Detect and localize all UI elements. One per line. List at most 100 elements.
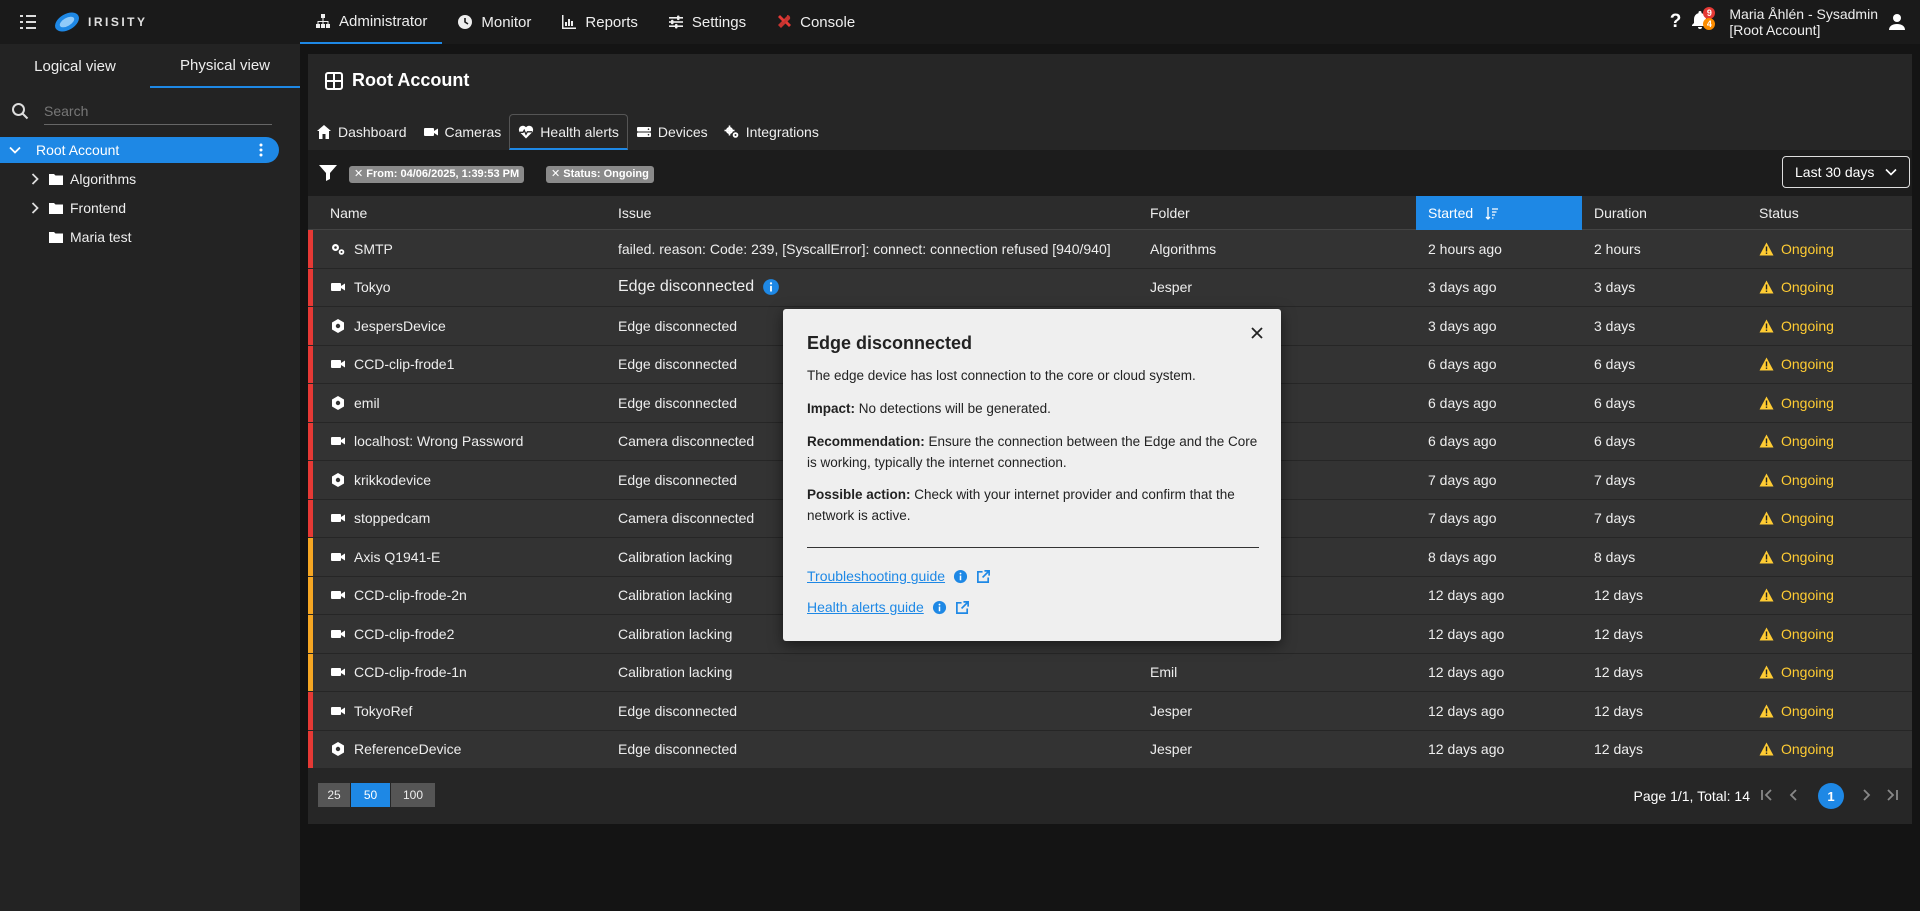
nav-tab-label: Monitor [481, 13, 532, 31]
tree-item-algorithms[interactable]: Algorithms [0, 166, 136, 192]
menu-toggle-icon[interactable] [18, 12, 38, 32]
tab-physical-view[interactable]: Physical view [150, 44, 300, 88]
table-row[interactable]: ReferenceDevice Edge disconnected Jesper 12… [308, 730, 1912, 769]
row-issue: Camera disconnected [618, 510, 755, 527]
tree-item-maria-test[interactable]: Maria test [0, 224, 131, 250]
tab-label: Integrations [745, 124, 819, 140]
logo[interactable]: IRISITY [52, 7, 148, 37]
popover-action: Possible action: Check with your interne… [807, 484, 1259, 526]
bar-chart-icon [562, 15, 577, 29]
row-status: Ongoing [1781, 587, 1834, 604]
col-started[interactable]: Started [1416, 196, 1582, 230]
current-page-button[interactable]: 1 [1818, 783, 1844, 809]
nav-tab-administrator[interactable]: Administrator [300, 0, 443, 44]
chevron-right-icon[interactable] [28, 172, 42, 186]
row-status: Ongoing [1781, 702, 1834, 719]
cell-name: ReferenceDevice [308, 741, 618, 757]
tree-item-frontend[interactable]: Frontend [0, 195, 126, 221]
cell-status: Ongoing [1747, 318, 1912, 334]
tab-integrations[interactable]: Integrations [716, 114, 827, 150]
warning-icon [1759, 319, 1774, 333]
row-status: Ongoing [1781, 317, 1834, 334]
nav-tab-label: Settings [691, 13, 747, 31]
tree-item-label: Maria test [70, 229, 132, 245]
page-info: Page 1/1, Total: 14 [1633, 788, 1751, 804]
cell-duration: 12 days [1594, 702, 1644, 719]
page-size-25[interactable]: 25 [318, 783, 350, 807]
first-page-icon[interactable] [1759, 787, 1775, 803]
next-page-icon[interactable] [1858, 787, 1874, 803]
tab-dashboard[interactable]: Dashboard [308, 114, 415, 150]
table-row[interactable]: TokyoRef Edge disconnected Jesper 12 days a… [308, 692, 1912, 731]
row-issue: Edge disconnected [618, 278, 755, 296]
page-size-100[interactable]: 100 [391, 783, 435, 807]
popover-description: The edge device has lost connection to t… [807, 368, 1196, 383]
severity-indicator [308, 230, 313, 268]
nav-tab-monitor[interactable]: Monitor [442, 0, 546, 44]
row-issue: Calibration lacking [618, 625, 733, 642]
info-icon[interactable] [762, 278, 780, 296]
col-issue[interactable]: Issue [618, 196, 1150, 230]
nav-tab-console[interactable]: Console [761, 0, 870, 44]
cell-started: 12 days ago [1428, 625, 1505, 642]
col-name[interactable]: Name [308, 196, 618, 230]
tab-label: Health alerts [540, 123, 619, 140]
prev-page-icon[interactable] [1786, 787, 1802, 803]
tab-logical-view[interactable]: Logical view [0, 44, 150, 88]
table-row[interactable]: Tokyo Edge disconnected Jesper 3 days ago 3 … [308, 268, 1912, 307]
close-icon[interactable] [1249, 325, 1265, 341]
folder-icon [49, 203, 63, 214]
user-info[interactable]: Maria Åhlén - Sysadmin [Root Account] [1729, 6, 1878, 38]
tree-item-root-account[interactable]: Root Account [0, 137, 279, 163]
tab-health-alerts[interactable]: Health alerts [509, 114, 628, 150]
filter-icon[interactable] [319, 165, 337, 181]
severity-indicator [308, 576, 313, 614]
cell-started: 12 days ago [1428, 587, 1505, 604]
tree-item-label: Frontend [70, 200, 127, 216]
cell-status: Ongoing [1747, 549, 1912, 565]
page-size-50[interactable]: 50 [351, 783, 390, 807]
sliders-icon [668, 15, 683, 29]
table-row[interactable]: SMTP failed. reason: Code: 239, [SyscallE… [308, 230, 1912, 269]
camera-icon [331, 360, 345, 369]
chevron-down-icon[interactable] [8, 143, 22, 157]
row-name: krikkodevice [354, 471, 432, 488]
popover-impact: Impact: No detections will be generated. [807, 398, 1259, 419]
troubleshooting-guide-link[interactable]: Troubleshooting guide [807, 568, 991, 584]
table-row[interactable]: CCD-clip-frode-1n Calibration lacking Emil… [308, 653, 1912, 692]
nav-tab-settings[interactable]: Settings [653, 0, 761, 44]
col-folder[interactable]: Folder [1150, 196, 1416, 230]
cell-status: Ongoing [1747, 626, 1912, 642]
camera-icon [331, 668, 345, 677]
camera-icon [423, 128, 438, 136]
cell-status: Ongoing [1747, 472, 1912, 488]
notifications-button[interactable]: 9 4 [1691, 7, 1717, 34]
row-status: Ongoing [1781, 625, 1834, 642]
severity-indicator [308, 384, 313, 422]
help-icon[interactable]: ? [1670, 11, 1682, 33]
cell-folder: Jesper [1150, 741, 1193, 758]
grid-icon [325, 71, 343, 90]
search-input[interactable] [44, 97, 272, 125]
row-status: Ongoing [1781, 433, 1834, 450]
date-range-select[interactable]: Last 30 days [1782, 156, 1910, 188]
row-issue: Calibration lacking [618, 664, 733, 681]
cell-name: SMTP [308, 241, 618, 257]
home-icon [317, 125, 331, 139]
filter-chip-status[interactable]: ✕ Status: Ongoing [546, 166, 654, 183]
chevron-right-icon[interactable] [28, 201, 42, 215]
warning-icon [1759, 627, 1774, 641]
col-duration[interactable]: Duration [1582, 196, 1747, 230]
cell-name: stoppedcam [308, 510, 618, 526]
last-page-icon[interactable] [1884, 787, 1900, 803]
user-icon[interactable] [1888, 13, 1906, 31]
col-status[interactable]: Status [1747, 196, 1912, 230]
cell-status: Ongoing [1747, 241, 1912, 257]
tab-cameras[interactable]: Cameras [415, 114, 510, 150]
more-vertical-icon[interactable] [253, 142, 269, 158]
logo-text: IRISITY [88, 15, 148, 29]
nav-tab-reports[interactable]: Reports [546, 0, 653, 44]
tab-devices[interactable]: Devices [628, 114, 716, 150]
filter-chip-from[interactable]: ✕ From: 04/06/2025, 1:39:53 PM [349, 166, 525, 183]
health-alerts-guide-link[interactable]: Health alerts guide [807, 599, 970, 615]
